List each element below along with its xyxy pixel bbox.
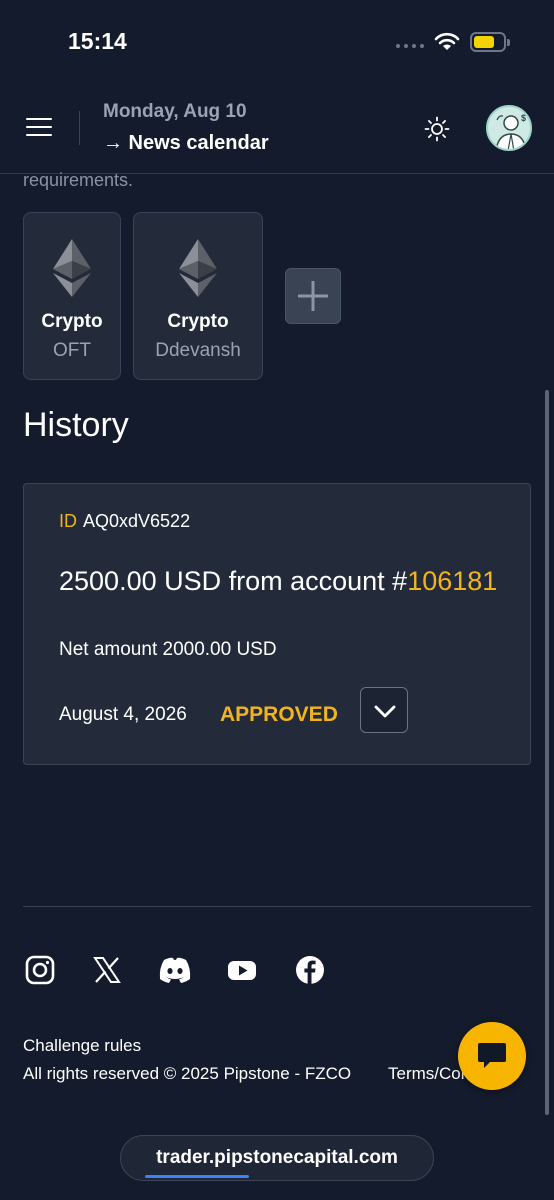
wallet-type: Crypto bbox=[167, 311, 229, 332]
chat-bubble-icon bbox=[478, 1043, 506, 1068]
wallet-card-oft[interactable]: Crypto OFT bbox=[23, 212, 121, 380]
page-load-progress bbox=[145, 1175, 249, 1178]
status-bar: 15:14 bbox=[0, 0, 554, 84]
url-text: trader.pipstonecapital.com bbox=[156, 1147, 398, 1168]
status-badge: APPROVED bbox=[220, 703, 338, 726]
wallet-type: Crypto bbox=[41, 311, 103, 332]
theme-toggle-sun-icon[interactable] bbox=[424, 116, 450, 142]
wallet-card-ddevansh[interactable]: Crypto Ddevansh bbox=[133, 212, 263, 380]
expand-details-button[interactable] bbox=[360, 687, 408, 733]
x-icon[interactable] bbox=[91, 954, 123, 986]
requirements-text: requirements. bbox=[23, 170, 134, 190]
amount-line: 2500.00 USD from account #106181 bbox=[59, 562, 499, 600]
transaction-id: ID AQ0xdV6522 bbox=[59, 511, 190, 532]
battery-icon bbox=[470, 32, 510, 52]
wallet-name: Ddevansh bbox=[155, 340, 241, 361]
status-time: 15:14 bbox=[68, 28, 127, 54]
id-label: ID bbox=[59, 511, 77, 531]
chevron-down-icon bbox=[374, 705, 396, 718]
challenge-rules-link[interactable]: Challenge rules bbox=[23, 1036, 141, 1056]
signal-icon bbox=[396, 44, 424, 48]
account-number: 106181 bbox=[407, 566, 498, 596]
ethereum-icon bbox=[179, 239, 217, 302]
youtube-icon[interactable] bbox=[226, 954, 258, 986]
facebook-icon[interactable] bbox=[294, 954, 326, 986]
user-avatar[interactable]: $ bbox=[486, 105, 532, 151]
app-header: Monday, Aug 10 → News calendar $ bbox=[0, 84, 554, 174]
hamburger-menu-icon[interactable] bbox=[26, 118, 52, 138]
news-calendar-link[interactable]: → News calendar bbox=[103, 132, 269, 155]
scrollbar[interactable] bbox=[545, 390, 549, 1115]
chat-button[interactable] bbox=[458, 1022, 526, 1090]
browser-url-bar[interactable]: trader.pipstonecapital.com bbox=[120, 1135, 434, 1181]
svg-text:$: $ bbox=[521, 113, 526, 123]
add-wallet-button[interactable] bbox=[285, 268, 341, 324]
header-date: Monday, Aug 10 bbox=[103, 101, 247, 122]
header-divider bbox=[79, 111, 80, 145]
discord-icon[interactable] bbox=[157, 954, 193, 986]
id-value: AQ0xdV6522 bbox=[83, 511, 191, 531]
history-item: ID AQ0xdV6522 2500.00 USD from account #1… bbox=[23, 483, 531, 765]
copyright-text: All rights reserved © 2025 Pipstone - FZ… bbox=[23, 1064, 352, 1083]
wallet-name: OFT bbox=[53, 340, 91, 361]
transaction-date: August 4, 2026 bbox=[59, 704, 187, 725]
footer-divider bbox=[23, 906, 531, 907]
amount-text: 2500.00 USD from account # bbox=[59, 566, 408, 596]
ethereum-icon bbox=[53, 239, 91, 302]
net-amount: Net amount 2000.00 USD bbox=[59, 639, 277, 660]
instagram-icon[interactable] bbox=[24, 954, 56, 986]
wifi-icon bbox=[434, 32, 460, 57]
history-heading: History bbox=[23, 406, 129, 444]
